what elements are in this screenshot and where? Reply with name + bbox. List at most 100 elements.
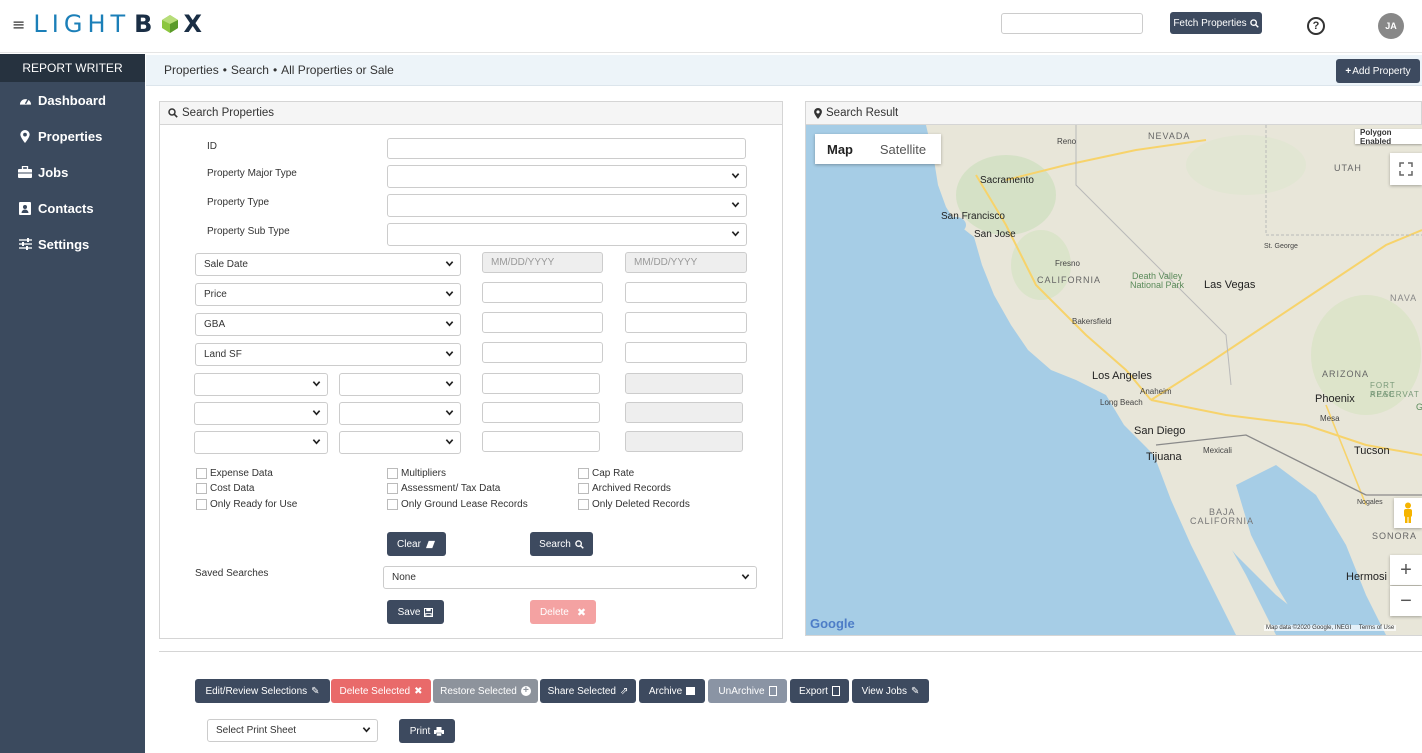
- custom-filter-field-select[interactable]: [194, 373, 328, 396]
- checkbox-box[interactable]: [387, 499, 398, 510]
- filter-from-input[interactable]: [482, 342, 603, 363]
- restore-selected-button[interactable]: Restore Selected +: [433, 679, 538, 703]
- chevron-down-icon: [445, 439, 454, 445]
- custom-filter-operator-select[interactable]: [339, 431, 461, 454]
- street-view-pegman-icon[interactable]: [1394, 498, 1422, 528]
- share-selected-button[interactable]: Share Selected ⇗: [540, 679, 636, 703]
- checkbox-expense-data[interactable]: Expense Data: [196, 468, 273, 479]
- logo[interactable]: ≡ LIGHT B X: [12, 10, 207, 38]
- clear-button[interactable]: Clear: [387, 532, 446, 556]
- sidebar-item-settings[interactable]: Settings: [0, 226, 145, 262]
- checkbox-box[interactable]: [196, 483, 207, 494]
- filter-field-select[interactable]: Sale Date: [195, 253, 461, 276]
- property-type-select[interactable]: [387, 194, 747, 217]
- custom-filter-value2-input[interactable]: [625, 373, 743, 394]
- checkbox-box[interactable]: [578, 483, 589, 494]
- archive-button[interactable]: Archive: [639, 679, 705, 703]
- map-label: Nogales: [1357, 499, 1383, 506]
- checkbox-box[interactable]: [196, 499, 207, 510]
- export-button[interactable]: Export: [790, 679, 849, 703]
- filter-field-value: Sale Date: [204, 259, 248, 270]
- checkbox-deleted[interactable]: Only Deleted Records: [578, 499, 690, 510]
- print-sheet-select[interactable]: Select Print Sheet: [207, 719, 378, 742]
- sidebar-item-jobs[interactable]: Jobs: [0, 154, 145, 190]
- polygon-enabled-badge[interactable]: Polygon Enabled: [1355, 128, 1422, 146]
- print-button[interactable]: Print: [399, 719, 455, 743]
- chevron-down-icon: [741, 574, 750, 580]
- save-button[interactable]: Save: [387, 600, 444, 624]
- breadcrumb-item-properties[interactable]: Properties: [164, 63, 219, 77]
- filter-from-input[interactable]: [482, 312, 603, 333]
- search-button[interactable]: Search: [530, 532, 593, 556]
- custom-filter-value2-input[interactable]: [625, 402, 743, 423]
- menu-icon[interactable]: ≡: [12, 15, 25, 34]
- restore-selected-label: Restore Selected: [440, 685, 517, 697]
- filter-to-input[interactable]: [625, 282, 747, 303]
- filter-to-input[interactable]: MM/DD/YYYY: [625, 252, 747, 273]
- logo-text-b: B: [134, 10, 158, 38]
- filter-field-select[interactable]: Land SF: [195, 343, 461, 366]
- checkbox-cap-rate[interactable]: Cap Rate: [578, 468, 634, 479]
- custom-filter-value2-input[interactable]: [625, 431, 743, 452]
- property-sub-type-select[interactable]: [387, 223, 747, 246]
- fullscreen-icon[interactable]: [1390, 153, 1422, 185]
- filter-to-input[interactable]: [625, 342, 747, 363]
- custom-filter-value-input[interactable]: [482, 373, 600, 394]
- sidebar-item-dashboard[interactable]: Dashboard: [0, 82, 145, 118]
- property-major-type-select[interactable]: [387, 165, 747, 188]
- map-label: Tucson: [1354, 445, 1390, 457]
- delete-selected-button[interactable]: Delete Selected ✖: [331, 679, 431, 703]
- add-property-label: Add Property: [1352, 65, 1411, 77]
- eraser-icon: [425, 540, 435, 548]
- checkbox-multipliers[interactable]: Multipliers: [387, 468, 446, 479]
- saved-searches-select[interactable]: None: [383, 566, 757, 589]
- delete-search-button[interactable]: Delete ✖: [530, 600, 596, 624]
- filter-field-select[interactable]: GBA: [195, 313, 461, 336]
- view-jobs-button[interactable]: View Jobs ✎: [852, 679, 929, 703]
- map-view[interactable]: NEVADA Reno UTAH Sacramento San Francisc…: [806, 125, 1422, 635]
- logo-gem-icon: [162, 15, 179, 33]
- sidebar-item-contacts[interactable]: Contacts: [0, 190, 145, 226]
- help-icon[interactable]: ?: [1307, 17, 1325, 35]
- filter-to-input[interactable]: [625, 312, 747, 333]
- chevron-down-icon: [731, 231, 740, 237]
- zoom-out-button[interactable]: −: [1390, 586, 1422, 616]
- avatar[interactable]: JA: [1378, 13, 1404, 39]
- filter-field-select[interactable]: Price: [195, 283, 461, 306]
- unarchive-button[interactable]: UnArchive: [708, 679, 787, 703]
- panel-header: Search Result: [806, 102, 1421, 125]
- custom-filter-operator-select[interactable]: [339, 373, 461, 396]
- edit-review-selections-button[interactable]: Edit/Review Selections ✎: [195, 679, 330, 703]
- filter-from-input[interactable]: MM/DD/YYYY: [482, 252, 603, 273]
- checkbox-box[interactable]: [387, 483, 398, 494]
- zoom-in-button[interactable]: +: [1390, 555, 1422, 585]
- checkbox-box[interactable]: [387, 468, 398, 479]
- archive-label: Archive: [648, 685, 683, 697]
- map-label: San Francisco: [941, 211, 1005, 222]
- checkbox-ground-lease[interactable]: Only Ground Lease Records: [387, 499, 528, 510]
- checkbox-box[interactable]: [578, 499, 589, 510]
- checkbox-archived[interactable]: Archived Records: [578, 483, 671, 494]
- breadcrumb-item-search[interactable]: Search: [231, 63, 269, 77]
- map-tab[interactable]: Map: [815, 134, 865, 164]
- satellite-tab[interactable]: Satellite: [865, 134, 941, 164]
- map-label: Reno: [1057, 137, 1077, 146]
- sliders-icon: [18, 238, 32, 250]
- filter-from-input[interactable]: [482, 282, 603, 303]
- checkbox-assessment-tax[interactable]: Assessment/ Tax Data: [387, 483, 500, 494]
- custom-filter-value-input[interactable]: [482, 402, 600, 423]
- checkbox-cost-data[interactable]: Cost Data: [196, 483, 254, 494]
- sidebar-item-properties[interactable]: Properties: [0, 118, 145, 154]
- custom-filter-field-select[interactable]: [194, 402, 328, 425]
- checkbox-box[interactable]: [578, 468, 589, 479]
- checkbox-only-ready[interactable]: Only Ready for Use: [196, 499, 297, 510]
- custom-filter-field-select[interactable]: [194, 431, 328, 454]
- custom-filter-value-input[interactable]: [482, 431, 600, 452]
- add-property-button[interactable]: + Add Property: [1336, 59, 1420, 83]
- checkbox-box[interactable]: [196, 468, 207, 479]
- id-input[interactable]: [387, 138, 746, 159]
- top-search-input[interactable]: [1001, 13, 1143, 34]
- custom-filter-operator-select[interactable]: [339, 402, 461, 425]
- fetch-properties-button[interactable]: Fetch Properties: [1170, 12, 1262, 34]
- terms-link[interactable]: Terms of Use: [1359, 625, 1394, 631]
